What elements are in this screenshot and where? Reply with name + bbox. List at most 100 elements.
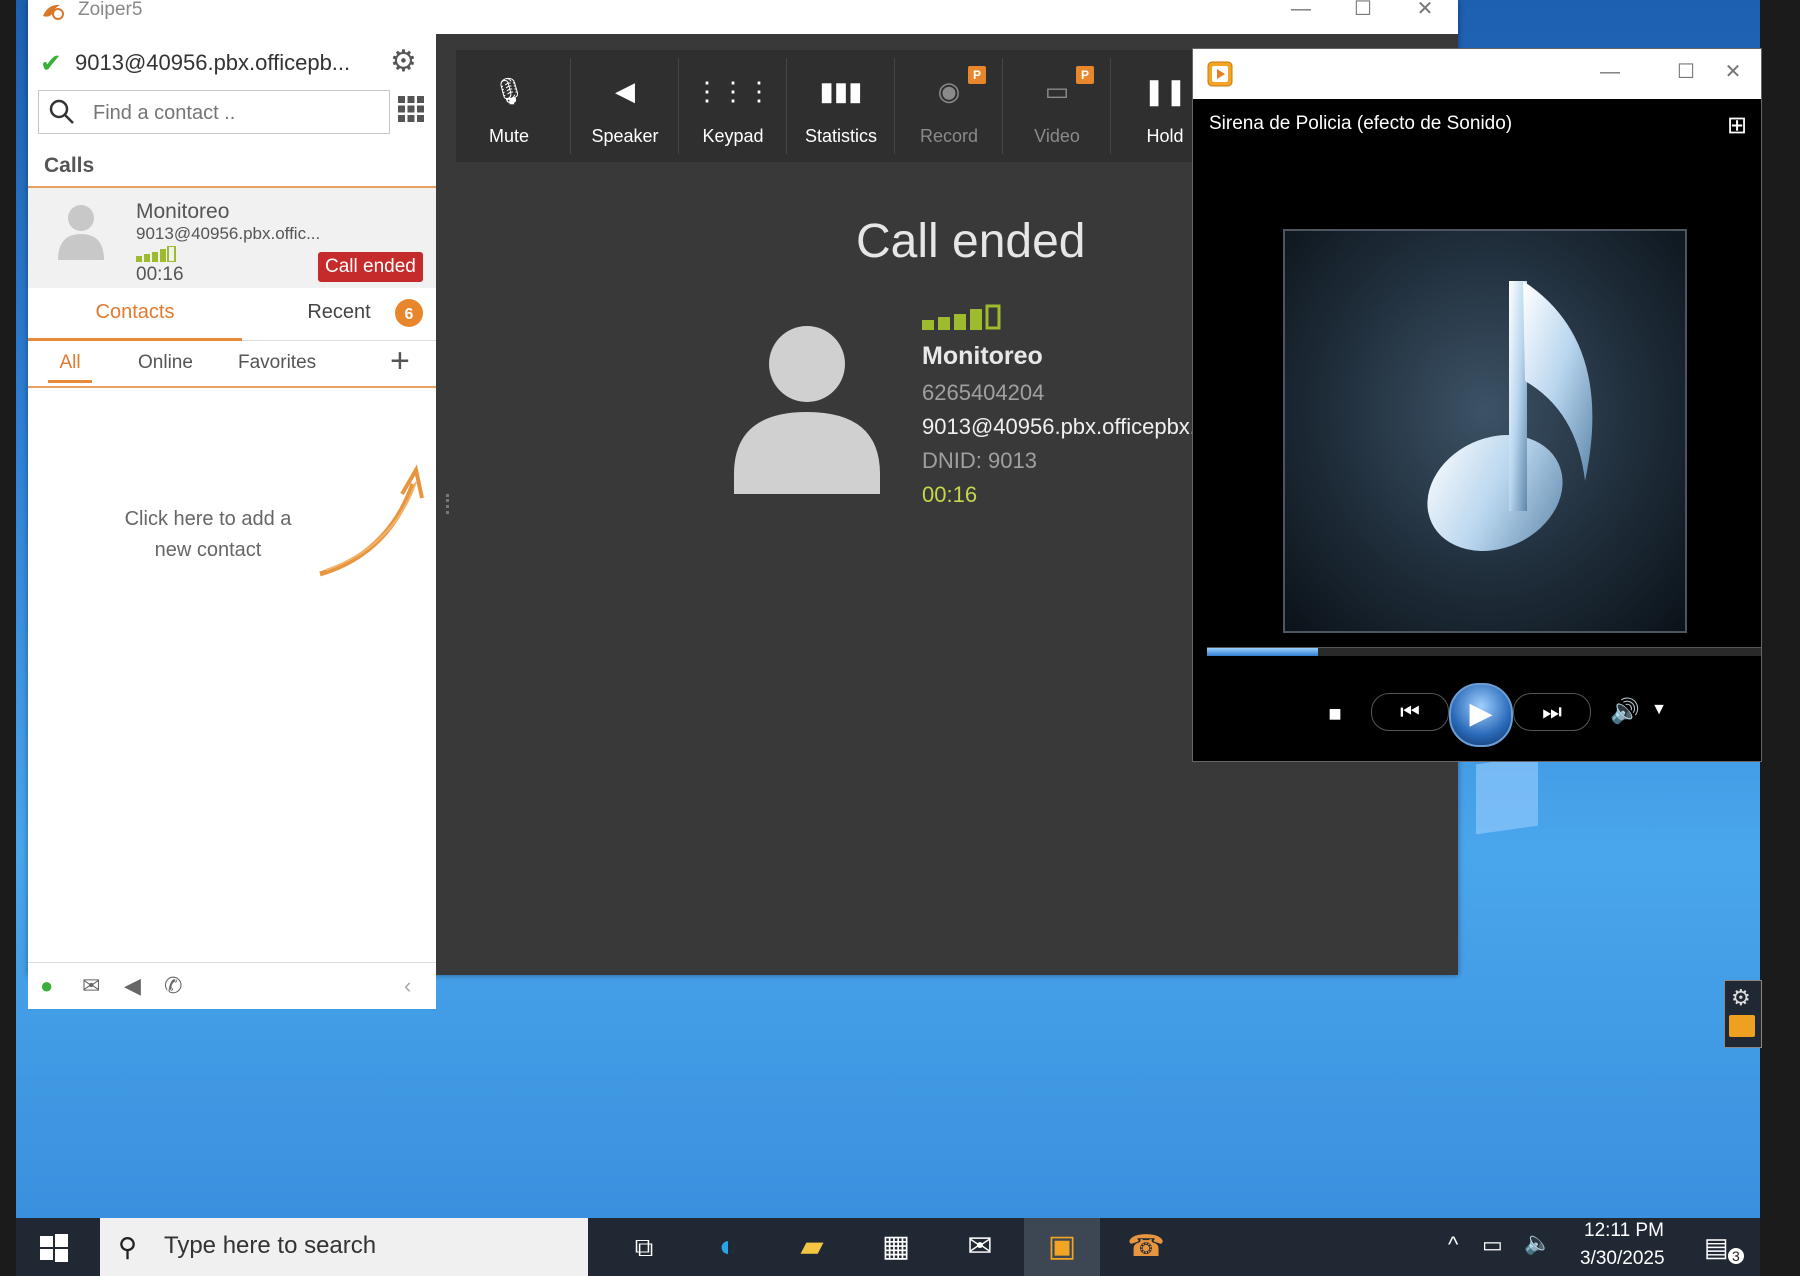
system-tray: ^ ▭ 🔈 12:11 PM 3/30/2025 ▤ 3	[1442, 1218, 1760, 1276]
maximize-icon[interactable]: ☐	[1338, 0, 1388, 20]
media-player-taskbar-icon[interactable]: ▣	[1024, 1218, 1100, 1276]
call-contact-uri: 9013@40956.pbx.offic...	[136, 224, 321, 243]
contact-number: 6265404204	[922, 380, 1045, 405]
phone-icon[interactable]: ✆	[164, 973, 182, 999]
record-button[interactable]: ◉ P Record	[896, 50, 1002, 162]
minimize-icon[interactable]: —	[1276, 0, 1326, 20]
store-icon[interactable]: ▦	[858, 1218, 934, 1276]
statistics-icon: ▮▮▮	[819, 76, 863, 106]
volume-dropdown-icon[interactable]: ▼	[1649, 701, 1669, 725]
minimize-icon[interactable]: —	[1585, 62, 1635, 83]
chevron-up-icon[interactable]: ^	[1448, 1232, 1458, 1258]
taskbar-search-placeholder: Type here to search	[164, 1232, 377, 1259]
pro-badge: P	[1076, 66, 1094, 84]
sidebar-footer: ● ✉ ◀ ✆ ‹	[28, 962, 436, 1009]
call-state-title: Call ended	[856, 215, 1086, 268]
collapse-chevron-icon[interactable]: ‹	[404, 973, 411, 999]
filter-online[interactable]: Online	[138, 352, 193, 374]
zoiper-logo-icon	[40, 2, 66, 22]
close-icon[interactable]: ✕	[1713, 62, 1753, 83]
taskbar-search[interactable]: ⚲ Type here to search	[100, 1218, 588, 1276]
dnid-label: DNID: 9013	[922, 448, 1037, 473]
maximize-icon[interactable]: ☐	[1661, 62, 1711, 83]
speaker-label: Speaker	[591, 126, 659, 146]
album-art	[1283, 229, 1687, 633]
add-contact-hint[interactable]: Click here to add a new contact	[108, 504, 308, 566]
stop-button[interactable]: ■	[1323, 701, 1347, 726]
tab-contacts[interactable]: Contacts	[28, 292, 242, 341]
call-toolbar: 🎙 Mute ◀ Speaker ⋮⋮⋮ Keypad ▮▮▮ Statisti…	[456, 50, 1216, 162]
contact-avatar-icon	[58, 205, 104, 260]
pro-badge: P	[968, 66, 986, 84]
mic-off-icon: 🎙	[492, 76, 526, 106]
record-label: Record	[919, 126, 979, 146]
sidebar: ✔ 9013@40956.pbx.officepb... ⚙ Calls Mon…	[28, 34, 436, 1009]
speaker-button[interactable]: ◀ Speaker	[572, 50, 678, 162]
statistics-label: Statistics	[804, 126, 878, 146]
zoiper-taskbar-icon[interactable]: ☎	[1108, 1218, 1184, 1276]
speaker-icon[interactable]: ◀	[124, 973, 141, 999]
media-player-icon	[1207, 61, 1233, 87]
gear-icon: ⚙	[1731, 985, 1751, 1010]
seek-progress	[1207, 648, 1318, 656]
switch-to-library-icon[interactable]: ⊞	[1727, 111, 1747, 140]
filter-all[interactable]: All	[48, 352, 92, 383]
search-input[interactable]	[91, 99, 375, 127]
mail-icon[interactable]: ✉	[942, 1218, 1018, 1276]
hint-arrow-icon	[319, 464, 424, 577]
dialpad-grid-icon[interactable]	[396, 94, 426, 124]
task-view-icon[interactable]: ⧉	[606, 1218, 682, 1276]
status-online-icon[interactable]: ●	[40, 973, 53, 999]
settings-gear-icon[interactable]: ⚙	[390, 44, 417, 79]
calls-title: Calls	[44, 154, 95, 177]
previous-button[interactable]: ⏮	[1371, 693, 1449, 731]
contact-search[interactable]	[38, 90, 390, 134]
media-player-window: — ☐ ✕ Sirena de Policia (efecto de Sonid…	[1192, 48, 1762, 762]
signal-strength-icon	[922, 304, 1001, 330]
mute-label: Mute	[488, 126, 530, 146]
contact-avatar-icon	[734, 326, 880, 494]
volume-icon[interactable]: 🔊	[1605, 697, 1645, 727]
network-icon[interactable]: ▭	[1482, 1232, 1503, 1258]
windows-start-icon[interactable]	[38, 1232, 70, 1264]
call-status-badge: Call ended	[318, 252, 423, 282]
toolbar-divider	[786, 58, 787, 154]
taskbar: ⚲ Type here to search ⧉ ◐ ▰ ▦ ✉ ▣ ☎ ^ ▭ …	[16, 1218, 1760, 1276]
video-icon: ▭	[1044, 76, 1070, 106]
zoiper-titlebar: Zoiper5 — ☐ ✕	[28, 0, 1458, 34]
toolbar-divider	[1002, 58, 1003, 154]
play-button[interactable]: ▶	[1449, 683, 1513, 747]
next-button[interactable]: ⏭	[1513, 693, 1591, 731]
mute-button[interactable]: 🎙 Mute	[456, 50, 562, 162]
clock-date[interactable]: 3/30/2025	[1580, 1248, 1665, 1270]
calls-section-header: Calls	[28, 146, 436, 188]
tray-widget[interactable]: ⚙	[1724, 980, 1762, 1048]
close-icon[interactable]: ✕	[1400, 0, 1450, 20]
clock-time[interactable]: 12:11 PM	[1584, 1220, 1664, 1242]
edge-browser-icon[interactable]: ◐	[690, 1218, 766, 1276]
notifications-icon[interactable]: ▤	[1704, 1232, 1729, 1263]
statistics-button[interactable]: ▮▮▮ Statistics	[788, 50, 894, 162]
call-list-item[interactable]: Monitoreo 9013@40956.pbx.offic... 00:16 …	[28, 188, 436, 288]
contact-sip-uri: 9013@40956.pbx.officepbx.n	[922, 414, 1209, 439]
player-titlebar: — ☐ ✕	[1193, 49, 1761, 99]
volume-icon[interactable]: 🔈	[1524, 1230, 1551, 1256]
panel-resize-handle[interactable]	[446, 494, 453, 514]
account-label[interactable]: 9013@40956.pbx.officepb...	[75, 50, 350, 76]
toolbar-divider	[570, 58, 571, 154]
window-title: Zoiper5	[78, 0, 143, 20]
record-icon: ◉	[937, 76, 961, 106]
search-icon	[49, 99, 74, 124]
speaker-icon: ◀	[615, 76, 635, 106]
call-duration: 00:16	[136, 264, 184, 285]
messages-icon[interactable]: ✉	[82, 973, 100, 999]
seek-bar[interactable]	[1207, 647, 1761, 656]
keypad-button[interactable]: ⋮⋮⋮ Keypad	[680, 50, 786, 162]
signal-strength-icon	[136, 246, 176, 262]
filter-favorites[interactable]: Favorites	[238, 352, 316, 374]
notification-count: 3	[1728, 1248, 1744, 1264]
file-explorer-icon[interactable]: ▰	[774, 1218, 850, 1276]
add-contact-plus-icon[interactable]: +	[390, 342, 410, 381]
video-button[interactable]: ▭ P Video	[1004, 50, 1110, 162]
recent-count-badge: 6	[395, 299, 423, 327]
